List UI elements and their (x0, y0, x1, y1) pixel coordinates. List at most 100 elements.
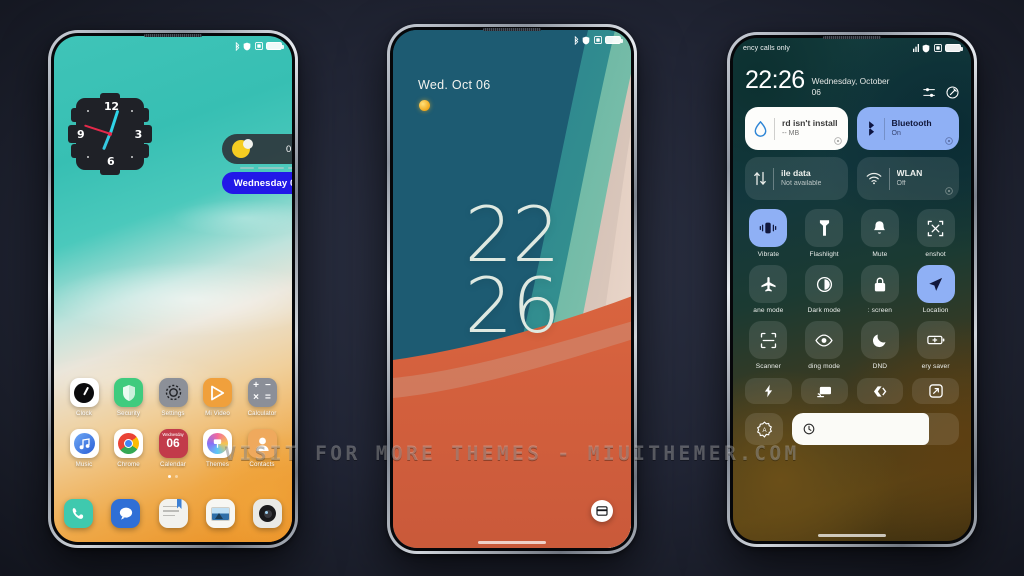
tile-subtitle: Not available (781, 179, 822, 187)
data-arrows-icon (754, 171, 766, 186)
phone-dock-icon[interactable] (64, 499, 93, 528)
toggle-scanner[interactable]: Scanner (745, 321, 792, 370)
settings-dot-icon[interactable] (833, 137, 842, 145)
tile-text: ile data Not available (781, 168, 821, 188)
app-security[interactable]: Security (109, 378, 149, 417)
app-calculator[interactable]: + − × = Calculator (242, 378, 282, 417)
big-tiles-row-2: ile data Not available WLAN Off (745, 157, 959, 200)
toggle-lock-screen[interactable]: : screen (857, 265, 904, 314)
app-music[interactable]: Music (64, 429, 104, 468)
toggle-row-1: Vibrate Flashlight Mute enshot (745, 209, 959, 258)
tile-bluetooth[interactable]: Bluetooth On (856, 107, 959, 150)
nfc-icon (873, 385, 887, 397)
wallet-card-icon[interactable] (591, 500, 613, 522)
tile-mobile-storage[interactable]: rd isn't install -- MB (745, 107, 848, 150)
phone2-bezel: Wed. Oct 06 22 26 (390, 27, 634, 551)
auto-brightness-button[interactable]: A (745, 413, 783, 445)
app-settings[interactable]: Settings (153, 378, 193, 417)
wifi-icon (866, 172, 881, 185)
clock-tab-tr (142, 108, 149, 122)
app-clock[interactable]: Clock (64, 378, 104, 417)
brightness-slider[interactable] (792, 413, 959, 445)
toggle-reading-mode[interactable]: ding mode (801, 321, 848, 370)
tile-mobile-data[interactable]: ile data Not available (745, 157, 848, 200)
settings-dot-icon[interactable] (945, 137, 953, 145)
app-label: Themes (206, 461, 229, 468)
messages-dock-icon[interactable] (111, 499, 141, 528)
page-dot (175, 475, 178, 478)
home-indicator[interactable] (818, 534, 886, 537)
phone2-screen[interactable]: Wed. Oct 06 22 26 (393, 30, 631, 548)
toggle-mute[interactable]: Mute (857, 209, 904, 258)
app-calendar[interactable]: Wednesday 06 Calendar (153, 429, 193, 468)
mini-toggle-flash[interactable] (745, 378, 792, 404)
tile-wlan[interactable]: WLAN Off (856, 157, 959, 200)
toggle-vibrate[interactable]: Vibrate (745, 209, 792, 258)
tile-subtitle: -- MB (782, 129, 800, 137)
toggle-dnd[interactable]: DND (857, 321, 904, 370)
app-mi-video[interactable]: Mi Video (198, 378, 238, 417)
shield-app-icon (114, 378, 143, 407)
screenshot-icon (927, 220, 944, 236)
calculator-app-icon: + − × = (247, 378, 277, 407)
app-label: Calendar (160, 461, 186, 468)
bluetooth-icon (868, 121, 874, 136)
shield-icon (582, 36, 590, 44)
sim-icon (593, 36, 602, 44)
toggle-airplane-mode[interactable]: ane mode (745, 265, 792, 314)
phone1-screen[interactable]: 12 3 6 9 0℃ Wednesday 06/10 (54, 36, 292, 542)
mini-toggle-nfc[interactable] (856, 378, 904, 404)
expand-icon (928, 384, 943, 398)
scan-frame-icon (760, 332, 777, 348)
bell-icon (874, 220, 886, 234)
analog-clock-widget[interactable]: 12 3 6 9 (68, 93, 152, 175)
mini-toggle-expand[interactable] (912, 378, 959, 404)
phone1-status-icons (235, 41, 284, 51)
toggle-surface (916, 321, 955, 359)
phone1-bezel: 12 3 6 9 0℃ Wednesday 06/10 (51, 33, 295, 545)
toggle-surface (805, 209, 844, 247)
gallery-dock-icon[interactable] (205, 499, 235, 528)
control-center-bottom-row: A (745, 413, 959, 445)
tile-divider (883, 117, 885, 140)
sun-icon (419, 100, 430, 111)
home-indicator[interactable] (478, 541, 546, 544)
tile-divider (774, 117, 775, 140)
control-center-time: 22:26 (745, 66, 805, 94)
lock-screen-date: Wed. Oct 06 (418, 78, 491, 92)
settings-dot-icon[interactable] (945, 187, 953, 195)
phone2-status-bar (393, 30, 631, 50)
clock-numeral-9: 9 (77, 128, 85, 141)
app-label: Settings (161, 410, 185, 417)
weather-widget[interactable]: 0℃ (222, 134, 292, 164)
clock-tab-bl (71, 144, 78, 158)
tile-title: rd isn't install (782, 118, 838, 129)
app-themes[interactable]: Themes (198, 429, 238, 468)
app-label: Mi Video (205, 410, 230, 417)
toggle-label: enshot (925, 251, 946, 258)
camera-dock-icon[interactable] (253, 499, 282, 528)
toggle-battery-saver[interactable]: ery saver (912, 321, 959, 370)
mini-toggle-cast[interactable] (800, 378, 848, 404)
edit-icon[interactable] (946, 86, 959, 99)
toggle-label: ane mode (753, 307, 784, 314)
sun-cloud-icon (232, 139, 253, 158)
control-center-panel: 22:26 Wednesday, October 06 rd isn't ins… (733, 38, 971, 541)
notes-dock-icon[interactable] (158, 499, 188, 528)
toggle-flashlight[interactable]: Flashlight (801, 209, 848, 258)
toggle-screenshot[interactable]: enshot (912, 209, 959, 258)
toggle-label: Vibrate (757, 251, 780, 258)
toggle-location[interactable]: Location (912, 265, 959, 314)
date-widget[interactable]: Wednesday 06/10 (222, 172, 292, 194)
sliders-icon[interactable] (923, 86, 936, 99)
toggle-label: DND (872, 363, 888, 370)
toggle-label: ery saver (921, 363, 950, 370)
toggle-dark-mode[interactable]: Dark mode (801, 265, 848, 314)
app-contacts[interactable]: Contacts (242, 429, 282, 468)
clock-numeral-6: 6 (107, 155, 115, 168)
tile-subtitle: On (891, 129, 901, 137)
app-chrome[interactable]: Chrome (109, 429, 149, 468)
carrier-label: ency calls only (743, 44, 791, 52)
toggle-surface (749, 321, 788, 359)
phone3-screen[interactable]: ency calls only 22:26 Wednesday, October… (733, 38, 971, 541)
